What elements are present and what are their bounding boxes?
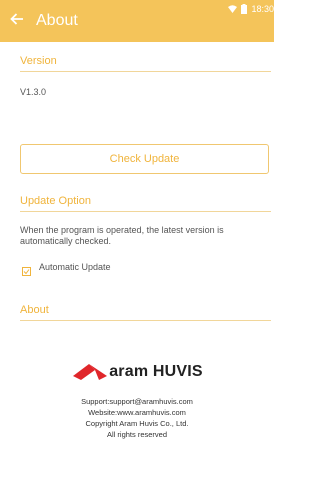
- copyright: Copyright Aram Huvis Co., Ltd.: [85, 419, 189, 428]
- automatic-update-row[interactable]: Automatic Update: [22, 262, 111, 276]
- app-bar: 18:30 About: [0, 0, 274, 42]
- rights-reserved: All rights reserved: [106, 430, 168, 439]
- update-option-heading: Update Option: [20, 195, 271, 212]
- logo-mark-icon: [73, 364, 108, 380]
- update-description-line1: When the program is operated, the latest…: [20, 225, 224, 235]
- back-button[interactable]: [2, 9, 32, 33]
- check-update-button[interactable]: Check Update: [20, 144, 269, 174]
- version-value: V1.3.0: [20, 87, 47, 97]
- website: Website:www.aramhuvis.com: [88, 408, 186, 417]
- about-heading: About: [20, 304, 271, 321]
- version-heading: Version: [20, 55, 271, 72]
- back-arrow-icon: [10, 12, 24, 30]
- page-title: About: [36, 12, 78, 29]
- logo-text: aram HUVIS: [109, 363, 203, 380]
- automatic-update-checkbox[interactable]: [22, 263, 31, 276]
- company-logo: aram HUVIS: [0, 362, 274, 382]
- support-email: Support:support@aramhuvis.com: [81, 397, 193, 406]
- company-info: Support:support@aramhuvis.com Website:ww…: [0, 396, 274, 440]
- update-description-line2: automatically checked.: [20, 236, 112, 246]
- automatic-update-label: Automatic Update: [39, 262, 111, 272]
